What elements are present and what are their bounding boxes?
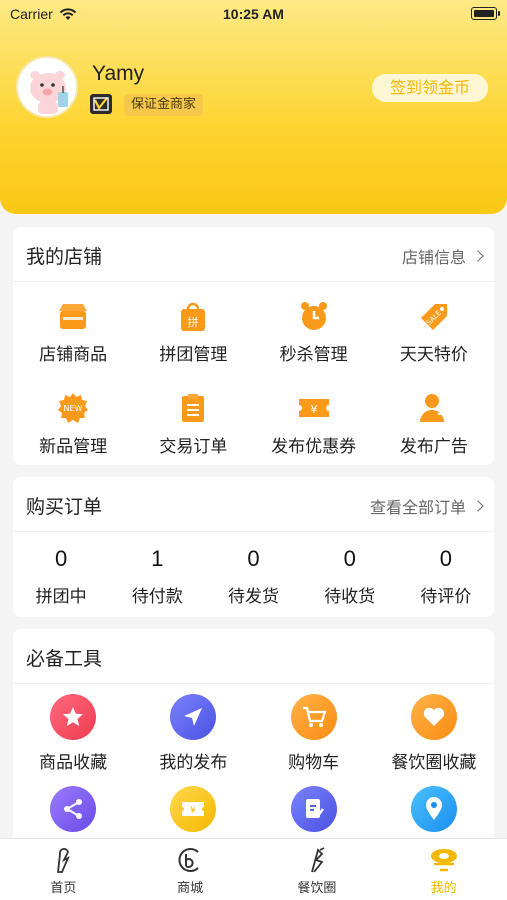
edit-icon: [290, 786, 337, 832]
ad-user-icon: [416, 390, 452, 426]
shop-item-label: 发布优惠券: [271, 437, 357, 457]
order-label: 待收货: [324, 587, 376, 607]
share-icon: [50, 786, 97, 832]
shop-item-label: 发布广告: [399, 437, 468, 457]
tool-label: 我的发布: [159, 753, 228, 773]
chevron-right-icon: [472, 250, 484, 262]
chevron-right-icon: [472, 500, 484, 512]
shop-item-label: 新品管理: [39, 437, 108, 457]
shop-item-trade-orders[interactable]: 交易订单: [133, 374, 253, 466]
heart-icon: [410, 694, 457, 740]
orders-card: 购买订单 查看全部订单 0 拼团中 1 待付款 0 待发货 0 待收货 0 待评…: [13, 477, 494, 617]
orders-card-header: 购买订单 查看全部订单: [13, 477, 494, 532]
status-bar: Carrier 10:25 AM: [0, 0, 507, 30]
tool-favorite-goods[interactable]: 商品收藏: [13, 684, 133, 776]
shop-item-flash-sale[interactable]: 秒杀管理: [254, 282, 374, 374]
tool-dining-favorites[interactable]: 餐饮圈收藏: [374, 684, 494, 776]
svg-text:NEW: NEW: [64, 404, 83, 413]
tools-title: 必备工具: [26, 648, 103, 670]
tab-mall[interactable]: 商城: [127, 839, 254, 900]
order-status-pending-review[interactable]: 0 待评价: [398, 546, 494, 607]
mall-icon: [175, 845, 205, 875]
cart-icon: [290, 694, 337, 740]
order-count: 0: [343, 546, 356, 571]
location-icon: [410, 786, 457, 832]
shop-item-daily-special[interactable]: SALE 天天特价: [374, 282, 494, 374]
sale-tag-icon: SALE: [416, 298, 452, 334]
tab-label: 商城: [177, 881, 204, 896]
svg-text:¥: ¥: [310, 403, 317, 416]
shop-item-group-buy[interactable]: 拼 拼团管理: [133, 282, 253, 374]
tool-label: 购物车: [288, 753, 340, 773]
order-status-pending-payment[interactable]: 1 待付款: [109, 546, 205, 607]
dining-circle-icon: [302, 845, 332, 875]
orders-title: 购买订单: [26, 496, 103, 518]
order-label: 待发货: [227, 587, 279, 607]
merchant-badge: 保证金商家: [124, 94, 204, 116]
status-time: 10:25 AM: [223, 6, 284, 22]
svg-text:¥: ¥: [191, 806, 197, 816]
shop-item-publish-ad[interactable]: 发布广告: [374, 374, 494, 466]
tool-shopping-cart[interactable]: 购物车: [254, 684, 374, 776]
profile-icon: [429, 845, 459, 875]
shop-item-new-products[interactable]: NEW 新品管理: [13, 374, 133, 466]
order-status-grouping[interactable]: 0 拼团中: [13, 546, 109, 607]
star-icon: [50, 694, 97, 740]
shop-card: 我的店铺 店铺信息 店铺商品 拼 拼团管理 秒杀管理 SALE 天天特价 NEW…: [13, 227, 494, 465]
avatar[interactable]: [16, 56, 78, 118]
username: Yamy: [92, 62, 145, 85]
send-icon: [170, 694, 217, 740]
shop-item-label: 天天特价: [399, 345, 468, 365]
verified-merchant-icon: [90, 94, 112, 114]
order-label: 待评价: [420, 587, 472, 607]
coupon-icon: ¥: [296, 390, 332, 426]
ticket-icon: ¥: [170, 786, 217, 832]
order-list-icon: [175, 390, 211, 426]
store-icon: [55, 298, 91, 334]
shop-item-store-goods[interactable]: 店铺商品: [13, 282, 133, 374]
shop-info-label: 店铺信息: [401, 248, 466, 267]
tool-label: 餐饮圈收藏: [391, 753, 477, 773]
shop-info-link[interactable]: 店铺信息: [401, 244, 484, 268]
tab-dining-circle[interactable]: 餐饮圈: [254, 839, 381, 900]
bottom-tab-bar: 首页 商城 餐饮圈 我的: [0, 838, 507, 900]
view-all-orders-link[interactable]: 查看全部订单: [369, 494, 484, 518]
order-status-pending-receipt[interactable]: 0 待收货: [302, 546, 398, 607]
tab-label: 餐饮圈: [297, 881, 337, 896]
tab-label: 我的: [430, 881, 457, 896]
alarm-clock-icon: [296, 298, 332, 334]
tools-card-header: 必备工具: [13, 629, 494, 684]
shop-item-publish-coupon[interactable]: ¥ 发布优惠券: [254, 374, 374, 466]
tab-home[interactable]: 首页: [0, 839, 127, 900]
tab-mine[interactable]: 我的: [380, 839, 507, 900]
order-count: 1: [151, 546, 164, 571]
shop-card-header: 我的店铺 店铺信息: [13, 227, 494, 282]
view-all-orders-label: 查看全部订单: [369, 498, 466, 517]
order-count: 0: [439, 546, 453, 571]
tab-label: 首页: [50, 881, 77, 896]
shop-item-label: 秒杀管理: [279, 345, 348, 365]
shop-title: 我的店铺: [26, 246, 103, 268]
order-label: 拼团中: [35, 587, 87, 607]
shop-item-label: 店铺商品: [39, 345, 108, 365]
battery-icon: [471, 7, 500, 20]
tools-card: 必备工具 商品收藏 我的发布 购物车 餐饮圈收藏 ¥: [13, 629, 494, 859]
shop-item-label: 交易订单: [159, 437, 228, 457]
home-icon: [48, 845, 78, 875]
order-label: 待付款: [131, 587, 183, 607]
tool-label: 商品收藏: [39, 753, 108, 773]
order-status-pending-shipment[interactable]: 0 待发货: [205, 546, 301, 607]
shop-item-label: 拼团管理: [159, 345, 228, 365]
profile-header-background: [0, 0, 507, 214]
order-count: 0: [54, 546, 68, 571]
tool-my-posts[interactable]: 我的发布: [133, 684, 253, 776]
svg-text:拼: 拼: [188, 315, 199, 329]
signin-coins-button[interactable]: 签到领金币: [372, 74, 488, 102]
order-count: 0: [247, 546, 260, 571]
group-buy-bag-icon: 拼: [175, 298, 211, 334]
new-badge-icon: NEW: [55, 390, 91, 426]
